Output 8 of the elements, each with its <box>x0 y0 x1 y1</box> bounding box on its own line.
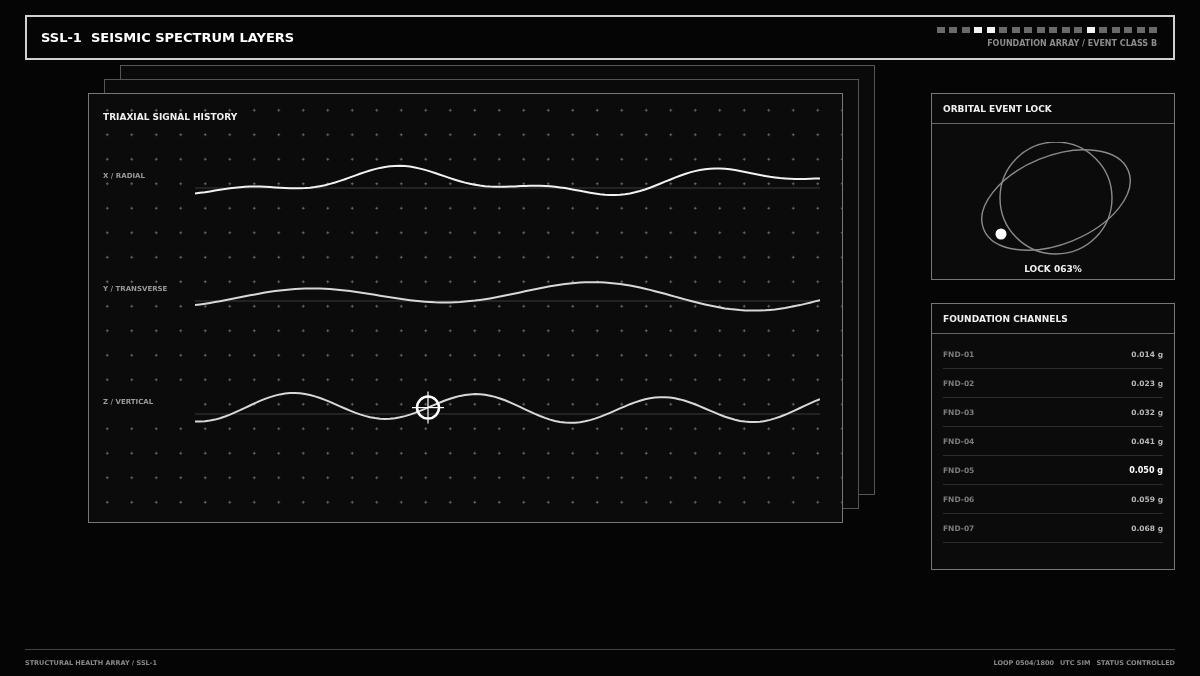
channel-value: 0.050 g <box>1129 465 1163 475</box>
app-title: SSL-1 SEISMIC SPECTRUM LAYERS <box>41 30 295 45</box>
crosshair-icon <box>411 391 445 425</box>
panel-title: TRIAXIAL SIGNAL HISTORY <box>103 112 238 122</box>
header-subtitle: FOUNDATION ARRAY / EVENT CLASS B <box>987 39 1157 48</box>
panel-title: FOUNDATION CHANNELS <box>943 313 1068 324</box>
panel-title: ORBITAL EVENT LOCK <box>943 103 1052 114</box>
lock-reading: LOCK 063% <box>1024 264 1082 274</box>
